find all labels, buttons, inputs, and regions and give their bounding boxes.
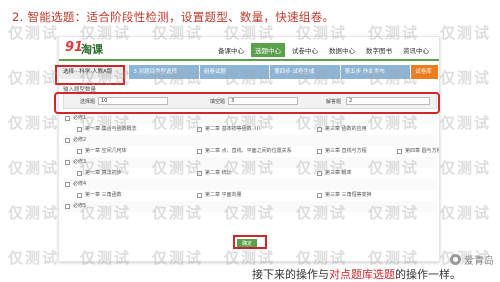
nav-item-paper-center[interactable]: 试卷中心: [288, 43, 322, 57]
logo-mark: 91: [65, 40, 84, 55]
tree-chapter-row: 第一章 三角函数 第二章 平面向量 第三章 三角恒等变换: [63, 190, 437, 201]
nav-underline: [59, 59, 439, 61]
chapter-label: 第一章 集合与函数概念: [85, 126, 137, 132]
chapter-label: 第二章 平面向量: [205, 192, 242, 198]
watermark-text: 仅测试: [8, 249, 60, 267]
nav-item-prep[interactable]: 备课中心: [214, 43, 248, 57]
tree-group: 必修5: [63, 201, 437, 212]
group-checkbox[interactable]: [65, 160, 70, 165]
tree-chapter-row: 第一章 空间几何体 第二章 点、直线、平面之间的位置关系 第三章 直线与方程 第四章 …: [63, 146, 440, 157]
chapter-checkbox[interactable]: [197, 127, 202, 132]
highlight-confirm-button: [233, 235, 267, 249]
watermark-text: 仅测试: [440, 24, 492, 42]
watermark-text: 仅测试: [440, 159, 492, 177]
chapter-label: 第二章 点、直线、平面之间的位置关系: [205, 148, 292, 154]
chapter-label: 第三章 三角恒等变换: [325, 192, 372, 198]
caption: 接下来的操作与对点题库选题的操作一样。: [252, 266, 461, 282]
group-label: 必修2: [73, 137, 87, 143]
chapter-label: 第三章 直线与方程: [325, 148, 367, 154]
top-bar: 91 淘课 备课中心 选题中心 试卷中心 数据中心 数字图书 资讯中心: [59, 37, 439, 59]
logo[interactable]: 91 淘课: [65, 40, 117, 56]
logo-text: 淘课: [81, 43, 103, 56]
chapter-checkbox[interactable]: [77, 149, 82, 154]
chapter-label: 第一章 算法初步: [85, 170, 122, 176]
highlight-params-row: [54, 92, 440, 114]
watermark-text: 仅测试: [8, 159, 60, 177]
brand-mark: 爱青岛: [450, 252, 494, 267]
group-label: 必修4: [73, 181, 87, 187]
highlight-subject-tab: [55, 65, 125, 85]
tree-chapter-row: 第一章 算法初步 第二章 统计 第三章 概率: [63, 168, 437, 179]
caption-before: 接下来的操作与: [252, 268, 329, 281]
group-checkbox[interactable]: [65, 182, 70, 187]
watermark-text: 仅测试: [440, 114, 492, 132]
watermark-text: 仅测试: [8, 69, 60, 87]
caption-after: 的操作一样。: [395, 268, 461, 281]
watermark-text: 仅测试: [440, 69, 492, 87]
chapter-label: 第一章 三角函数: [85, 192, 122, 198]
chapter-checkbox[interactable]: [77, 193, 82, 198]
step-tab-type[interactable]: 3 对题目类型选择: [129, 65, 200, 79]
chapter-tree: 必修1 第一章 集合与函数概念 第二章 基本初等函数（Ⅰ） 第三章 函数的应用必修2 第…: [63, 113, 440, 212]
watermark-text: 仅测试: [8, 114, 60, 132]
chapter-checkbox[interactable]: [397, 149, 402, 154]
chapter-label: 第三章 概率: [325, 170, 352, 176]
chapter-checkbox[interactable]: [317, 193, 322, 198]
step-tab-publish[interactable]: 第五步 作业发布: [340, 65, 412, 79]
group-checkbox[interactable]: [65, 204, 70, 209]
step-tab-compose[interactable]: 组卷试题: [199, 65, 271, 79]
chapter-label: 第三章 函数的应用: [325, 126, 367, 132]
group-label: 必修3: [73, 159, 87, 165]
chapter-checkbox[interactable]: [317, 127, 322, 132]
chapter-label: 第二章 统计: [205, 170, 232, 176]
chapter-checkbox[interactable]: [197, 193, 202, 198]
group-label: 必修5: [73, 203, 87, 209]
caption-highlight: 对点题库选题: [329, 268, 395, 281]
brand-text: 爱青岛: [464, 256, 494, 267]
brand-icon: [450, 254, 461, 265]
chapter-checkbox[interactable]: [317, 149, 322, 154]
chapter-label: 第一章 空间几何体: [85, 148, 127, 154]
watermark-text: 仅测试: [8, 24, 60, 42]
tree-group: 必修2: [63, 135, 437, 146]
nav-item-digital-books[interactable]: 数字图书: [362, 43, 396, 57]
chapter-checkbox[interactable]: [197, 171, 202, 176]
chapter-checkbox[interactable]: [77, 171, 82, 176]
nav-item-news[interactable]: 资讯中心: [399, 43, 433, 57]
chapter-label: 第四章 圆与方程: [405, 148, 440, 154]
group-checkbox[interactable]: [65, 138, 70, 143]
watermark-text: 仅测试: [8, 204, 60, 222]
tree-chapter-row: 第一章 集合与函数概念 第二章 基本初等函数（Ⅰ） 第三章 函数的应用: [63, 124, 437, 135]
watermark-text: 仅测试: [440, 204, 492, 222]
nav-item-question-center[interactable]: 选题中心: [251, 43, 285, 57]
group-checkbox[interactable]: [65, 116, 70, 121]
chapter-label: 第二章 基本初等函数（Ⅰ）: [205, 126, 264, 132]
chapter-checkbox[interactable]: [317, 171, 322, 176]
chapter-checkbox[interactable]: [77, 127, 82, 132]
nav-item-data-center[interactable]: 数据中心: [325, 43, 359, 57]
slide-heading: 2. 智能选题：适合阶段性检测，设置题型、数量，快速组卷。: [12, 10, 335, 24]
tree-group: 必修1: [63, 113, 437, 124]
step-tab-library[interactable]: 试卷库: [411, 65, 439, 79]
tree-group: 必修3: [63, 157, 437, 168]
step-tab-generate[interactable]: 第四步 试卷生成: [270, 65, 341, 79]
main-nav: 备课中心 选题中心 试卷中心 数据中心 数字图书 资讯中心: [214, 43, 433, 57]
group-label: 必修1: [73, 115, 87, 121]
tree-group: 必修4: [63, 179, 437, 190]
chapter-checkbox[interactable]: [197, 149, 202, 154]
